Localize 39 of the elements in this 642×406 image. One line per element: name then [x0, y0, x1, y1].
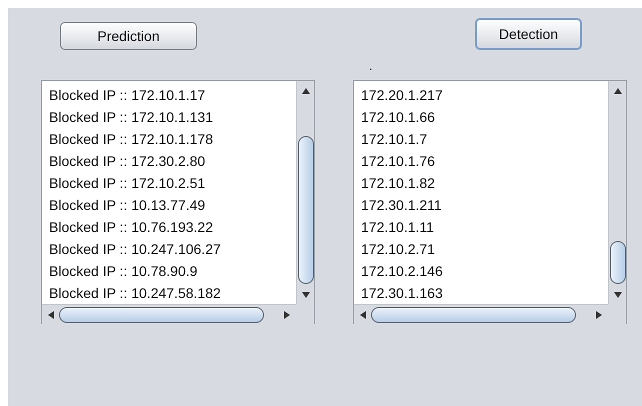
- vertical-scrollbar[interactable]: [608, 81, 626, 304]
- arrow-up-icon[interactable]: [614, 87, 622, 95]
- list-item[interactable]: Blocked IP :: 172.30.2.80: [49, 150, 296, 172]
- list-item[interactable]: Blocked IP :: 10.247.58.182: [49, 282, 296, 304]
- list-item[interactable]: Blocked IP :: 10.247.106.27: [49, 238, 296, 260]
- list-item[interactable]: Blocked IP :: 10.13.77.49: [49, 194, 296, 216]
- arrow-right-icon[interactable]: [283, 310, 291, 318]
- arrow-down-icon[interactable]: [614, 291, 622, 299]
- list-item[interactable]: 172.30.1.211: [361, 194, 608, 216]
- horizontal-scrollbar[interactable]: [354, 304, 608, 324]
- arrow-down-icon[interactable]: [302, 291, 310, 299]
- list-item[interactable]: 172.10.2.71: [361, 238, 608, 260]
- list-item[interactable]: 172.30.1.163: [361, 282, 608, 304]
- list-item[interactable]: 172.20.1.217: [361, 84, 608, 106]
- scroll-thumb[interactable]: [59, 306, 264, 322]
- list-item[interactable]: Blocked IP :: 10.76.193.22: [49, 216, 296, 238]
- list-item[interactable]: 172.10.2.146: [361, 260, 608, 282]
- list-item[interactable]: 172.10.1.7: [361, 128, 608, 150]
- scroll-thumb[interactable]: [298, 136, 314, 284]
- scroll-thumb[interactable]: [371, 306, 576, 322]
- list-item[interactable]: Blocked IP :: 10.78.90.9: [49, 260, 296, 282]
- list-item[interactable]: Blocked IP :: 172.10.1.131: [49, 106, 296, 128]
- list-item[interactable]: 172.10.1.66: [361, 106, 608, 128]
- arrow-up-icon[interactable]: [302, 87, 310, 95]
- arrow-left-icon[interactable]: [47, 310, 55, 318]
- list-item[interactable]: 172.10.1.11: [361, 216, 608, 238]
- list-item[interactable]: 172.10.1.76: [361, 150, 608, 172]
- detection-button[interactable]: Detection: [475, 18, 582, 50]
- arrow-left-icon[interactable]: [359, 310, 367, 318]
- list-item[interactable]: Blocked IP :: 172.10.1.178: [49, 128, 296, 150]
- horizontal-scrollbar[interactable]: [42, 304, 296, 324]
- arrow-right-icon[interactable]: [595, 310, 603, 318]
- list-item[interactable]: Blocked IP :: 172.10.2.51: [49, 172, 296, 194]
- prediction-button[interactable]: Prediction: [60, 22, 197, 50]
- list-item[interactable]: 172.10.1.82: [361, 172, 608, 194]
- list-item[interactable]: Blocked IP :: 172.10.1.17: [49, 84, 296, 106]
- scroll-thumb[interactable]: [610, 241, 626, 284]
- status-label: .: [369, 59, 372, 73]
- vertical-scrollbar[interactable]: [296, 81, 314, 304]
